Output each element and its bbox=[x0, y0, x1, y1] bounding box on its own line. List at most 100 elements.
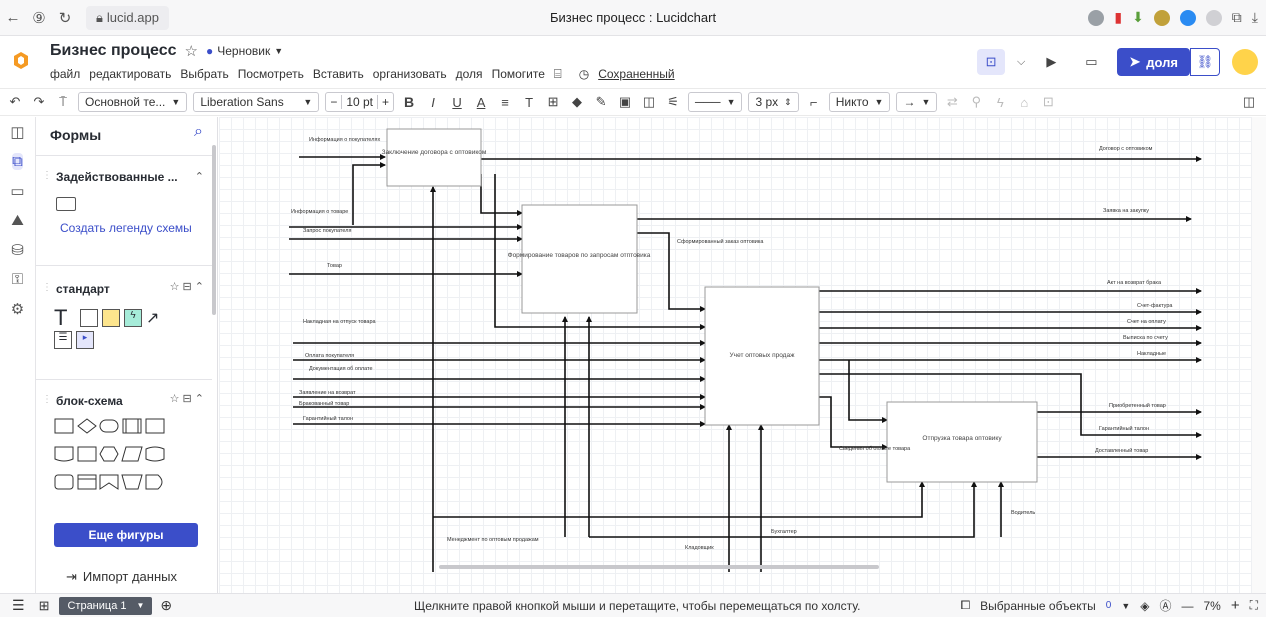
undo-icon[interactable]: ↶ bbox=[6, 94, 24, 110]
image-icon[interactable]: ▣ bbox=[616, 94, 634, 110]
align-icon[interactable]: ≡ bbox=[496, 95, 514, 110]
image-icon[interactable]: ⛰ bbox=[11, 212, 24, 229]
accessibility-icon[interactable]: Ⓐ bbox=[1159, 597, 1171, 614]
section-actions[interactable]: ☆ ⊟ ⌃ bbox=[170, 280, 204, 293]
extension-icon[interactable] bbox=[1153, 9, 1170, 26]
frame-icon[interactable]: ▭ bbox=[10, 182, 24, 200]
back-icon[interactable]: ← bbox=[0, 5, 26, 31]
drag-handle-icon[interactable]: ⋮ bbox=[42, 394, 52, 405]
star-icon[interactable]: ☆ bbox=[185, 42, 198, 60]
menu-file[interactable]: файл bbox=[50, 67, 80, 81]
selection-icon[interactable]: ⧠ bbox=[961, 598, 971, 613]
link-icon[interactable]: ⚲ bbox=[967, 94, 985, 110]
zoom-level[interactable]: 7% bbox=[1203, 599, 1220, 613]
list-shape-icon[interactable]: ☰ bbox=[54, 331, 72, 349]
drag-handle-icon[interactable]: ⋮ bbox=[42, 170, 52, 181]
chevron-up-icon[interactable]: ⌃ bbox=[195, 170, 204, 183]
process-box[interactable] bbox=[521, 204, 638, 314]
data-icon[interactable]: ⌂ bbox=[1015, 95, 1033, 110]
draft-status[interactable]: ● Черновик ▼ bbox=[206, 44, 283, 58]
video-shape-icon[interactable]: ▸ bbox=[76, 331, 94, 349]
chevron-down-icon[interactable]: ▼ bbox=[1121, 601, 1130, 611]
text-color-icon[interactable]: A bbox=[472, 95, 490, 110]
section-title[interactable]: Задействованные ... bbox=[56, 170, 178, 184]
section-actions[interactable]: ☆ ⊟ ⌃ bbox=[170, 392, 204, 405]
globe-icon[interactable] bbox=[1205, 9, 1222, 26]
action-icon[interactable]: ϟ bbox=[991, 95, 1009, 110]
canvas[interactable]: Заключение договора с оптовиком Формиров… bbox=[219, 117, 1266, 593]
bookmark-icon[interactable]: ▮ bbox=[1114, 9, 1122, 26]
avatar[interactable] bbox=[1232, 49, 1258, 75]
list-icon[interactable]: ☰ bbox=[12, 597, 25, 614]
layers-icon[interactable]: ◈ bbox=[1140, 599, 1149, 613]
menu-select[interactable]: Выбрать bbox=[180, 67, 228, 81]
idef0-diagram[interactable]: Заключение договора с оптовиком Формиров… bbox=[219, 117, 1252, 593]
line-color-icon[interactable]: ✎ bbox=[592, 94, 610, 110]
zoom-out-icon[interactable]: — bbox=[1181, 599, 1193, 613]
process-box[interactable] bbox=[886, 401, 1038, 483]
action-shape-icon[interactable]: ϟ bbox=[124, 309, 142, 327]
download-icon[interactable]: ⤓ bbox=[1252, 9, 1258, 26]
download-arrow-icon[interactable]: ⬇ bbox=[1132, 9, 1144, 26]
horizontal-scrollbar[interactable] bbox=[439, 565, 879, 569]
selected-objects-label[interactable]: Выбранные объекты bbox=[980, 599, 1096, 613]
flowchart-shapes[interactable] bbox=[54, 417, 204, 501]
plugins-icon[interactable]: ⚙ bbox=[11, 300, 24, 318]
redo-icon[interactable]: ↷ bbox=[30, 94, 48, 110]
link-icon[interactable]: ⛓ bbox=[1190, 48, 1220, 76]
share-button[interactable]: ➤ доля bbox=[1117, 48, 1190, 76]
present-icon[interactable]: ▶ bbox=[1037, 49, 1065, 75]
lucid-logo-icon[interactable] bbox=[10, 50, 32, 72]
grid-icon[interactable]: ⊞ bbox=[39, 598, 50, 614]
saved-status[interactable]: Сохраненный bbox=[598, 67, 674, 81]
fit-screen-icon[interactable]: ⛶ bbox=[1250, 598, 1258, 613]
swap-icon[interactable]: ⇄ bbox=[943, 94, 961, 110]
integrations-icon[interactable]: ⚿ bbox=[12, 271, 23, 288]
section-title[interactable]: стандарт bbox=[56, 282, 110, 296]
underline-icon[interactable]: U bbox=[448, 95, 466, 110]
bold-icon[interactable]: B bbox=[400, 94, 418, 110]
page-tab[interactable]: Страница 1 ▼ bbox=[59, 596, 153, 615]
panel-toggle-icon[interactable]: ◫ bbox=[1240, 94, 1258, 110]
puzzle-icon[interactable]: ⧉ bbox=[1232, 9, 1242, 26]
shape-icon[interactable]: ⊞ bbox=[544, 94, 562, 110]
drag-handle-icon[interactable]: ⋮ bbox=[42, 282, 52, 293]
note-shape-icon[interactable] bbox=[102, 309, 120, 327]
text-shape-icon[interactable]: T bbox=[54, 305, 76, 331]
pages-icon[interactable]: ◫ bbox=[10, 123, 24, 141]
menu-share[interactable]: доля bbox=[456, 67, 483, 81]
shapes-icon[interactable]: ⧉ bbox=[12, 153, 23, 170]
extension-icon[interactable] bbox=[1088, 9, 1105, 26]
reload-icon[interactable]: ↻ bbox=[52, 5, 78, 31]
effects-icon[interactable]: ◫ bbox=[640, 94, 658, 110]
rectangle-shape-icon[interactable] bbox=[80, 309, 98, 327]
section-title[interactable]: блок-схема bbox=[56, 394, 123, 408]
font-size-stepper[interactable]: − 10 pt + bbox=[325, 92, 395, 112]
connector-icon[interactable]: ⌐ bbox=[805, 95, 823, 110]
chevron-down-icon[interactable]: ⌵ bbox=[1017, 56, 1025, 69]
data-icon[interactable]: ⛁ bbox=[11, 241, 24, 259]
panel-scrollbar[interactable] bbox=[212, 145, 216, 315]
shield-icon[interactable]: ⑨ bbox=[26, 5, 52, 31]
vertical-scrollbar[interactable] bbox=[1252, 117, 1266, 593]
fill-icon[interactable]: ◆ bbox=[568, 94, 586, 110]
extension-icon[interactable] bbox=[1179, 9, 1196, 26]
comment-icon[interactable]: ⊡ bbox=[977, 49, 1006, 75]
line-width-select[interactable]: 3 px ⇕ bbox=[748, 92, 799, 112]
import-data-button[interactable]: ⇥ Импорт данных bbox=[66, 569, 177, 585]
font-select[interactable]: Liberation Sans ▼ bbox=[193, 92, 320, 112]
process-box[interactable] bbox=[386, 128, 482, 187]
text-options-icon[interactable]: T bbox=[520, 95, 538, 110]
menu-edit[interactable]: редактировать bbox=[89, 67, 171, 81]
line-end-select[interactable]: → ▼ bbox=[896, 92, 938, 112]
create-legend-link[interactable]: Создать легенду схемы bbox=[60, 221, 192, 235]
more-shapes-button[interactable]: Еще фигуры bbox=[54, 523, 198, 547]
video-icon[interactable]: ▭ bbox=[1077, 49, 1105, 75]
menu-help[interactable]: Помогите bbox=[492, 67, 545, 81]
style-select[interactable]: Основной те... ▼ bbox=[78, 92, 188, 112]
line-style-select[interactable]: ─── ▼ bbox=[688, 92, 743, 112]
line-shape-icon[interactable]: ↗ bbox=[146, 308, 159, 328]
italic-icon[interactable]: I bbox=[424, 95, 442, 110]
address-bar[interactable]: 🔒︎ lucid.app bbox=[86, 5, 169, 30]
zoom-in-icon[interactable]: + bbox=[1231, 597, 1240, 614]
